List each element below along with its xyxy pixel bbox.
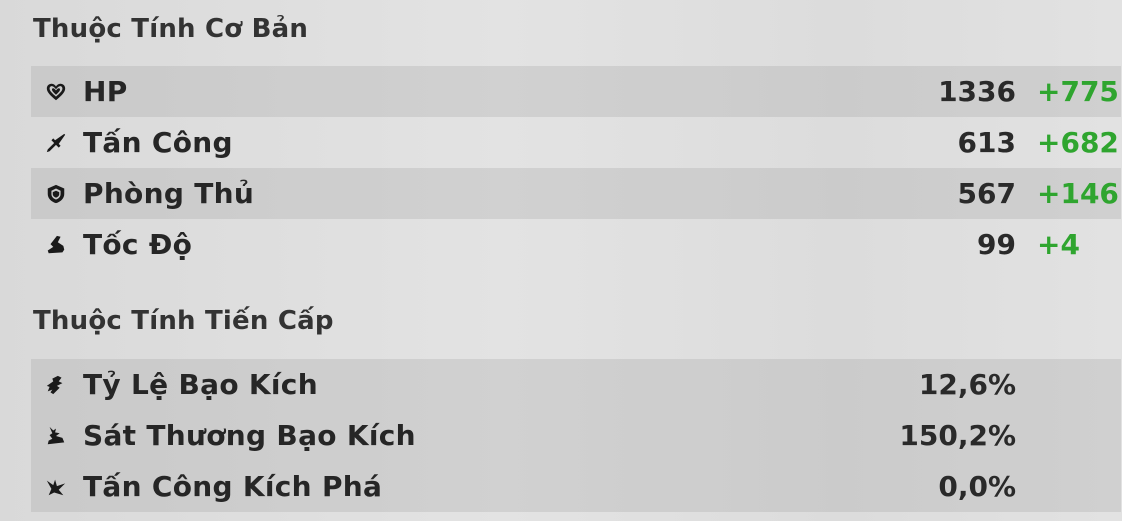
stat-value: 150,2% — [899, 419, 1016, 452]
advanced-stats-title: Thuộc Tính Tiến Cấp — [33, 306, 334, 336]
basic-stats-list: HP 1336 +775 Tấn Công 613 +682 Phòng Thủ… — [31, 66, 1121, 270]
boot-icon — [43, 232, 69, 258]
stat-value: 12,6% — [918, 368, 1016, 401]
stat-label: Tỷ Lệ Bạo Kích — [83, 368, 318, 401]
heart-icon — [43, 79, 69, 105]
sword-icon — [43, 130, 69, 156]
stat-row-speed: Tốc Độ 99 +4 — [31, 219, 1121, 270]
stat-bonus: +775 — [1037, 75, 1119, 108]
break-effect-icon — [43, 474, 69, 500]
stat-bonus: +4 — [1037, 228, 1080, 261]
shield-icon — [43, 181, 69, 207]
stat-value: 613 — [957, 126, 1016, 159]
stat-row-attack: Tấn Công 613 +682 — [31, 117, 1121, 168]
crit-damage-icon — [43, 423, 69, 449]
stat-value: 99 — [977, 228, 1016, 261]
stat-value: 1336 — [938, 75, 1016, 108]
stat-row-hp: HP 1336 +775 — [31, 66, 1121, 117]
character-stats-panel: Thuộc Tính Cơ Bản HP 1336 +775 Tấn Công … — [0, 0, 1122, 521]
advanced-stats-list: Tỷ Lệ Bạo Kích 12,6% Sát Thương Bạo Kích… — [31, 359, 1121, 512]
stat-label: Tấn Công — [83, 126, 233, 159]
crit-rate-icon — [43, 372, 69, 398]
basic-stats-title: Thuộc Tính Cơ Bản — [33, 14, 309, 44]
stat-label: Phòng Thủ — [83, 177, 255, 210]
stat-row-crit-damage: Sát Thương Bạo Kích 150,2% — [31, 410, 1121, 461]
stat-row-defense: Phòng Thủ 567 +146 — [31, 168, 1121, 219]
stat-label: Tấn Công Kích Phá — [83, 470, 383, 503]
stat-row-crit-rate: Tỷ Lệ Bạo Kích 12,6% — [31, 359, 1121, 410]
stat-label: Sát Thương Bạo Kích — [83, 419, 416, 452]
stat-row-break-effect: Tấn Công Kích Phá 0,0% — [31, 461, 1121, 512]
stat-bonus: +146 — [1037, 177, 1119, 210]
stat-value: 567 — [957, 177, 1016, 210]
stat-value: 0,0% — [938, 470, 1016, 503]
stat-label: HP — [83, 75, 128, 108]
stat-bonus: +682 — [1037, 126, 1119, 159]
stat-label: Tốc Độ — [83, 228, 193, 261]
